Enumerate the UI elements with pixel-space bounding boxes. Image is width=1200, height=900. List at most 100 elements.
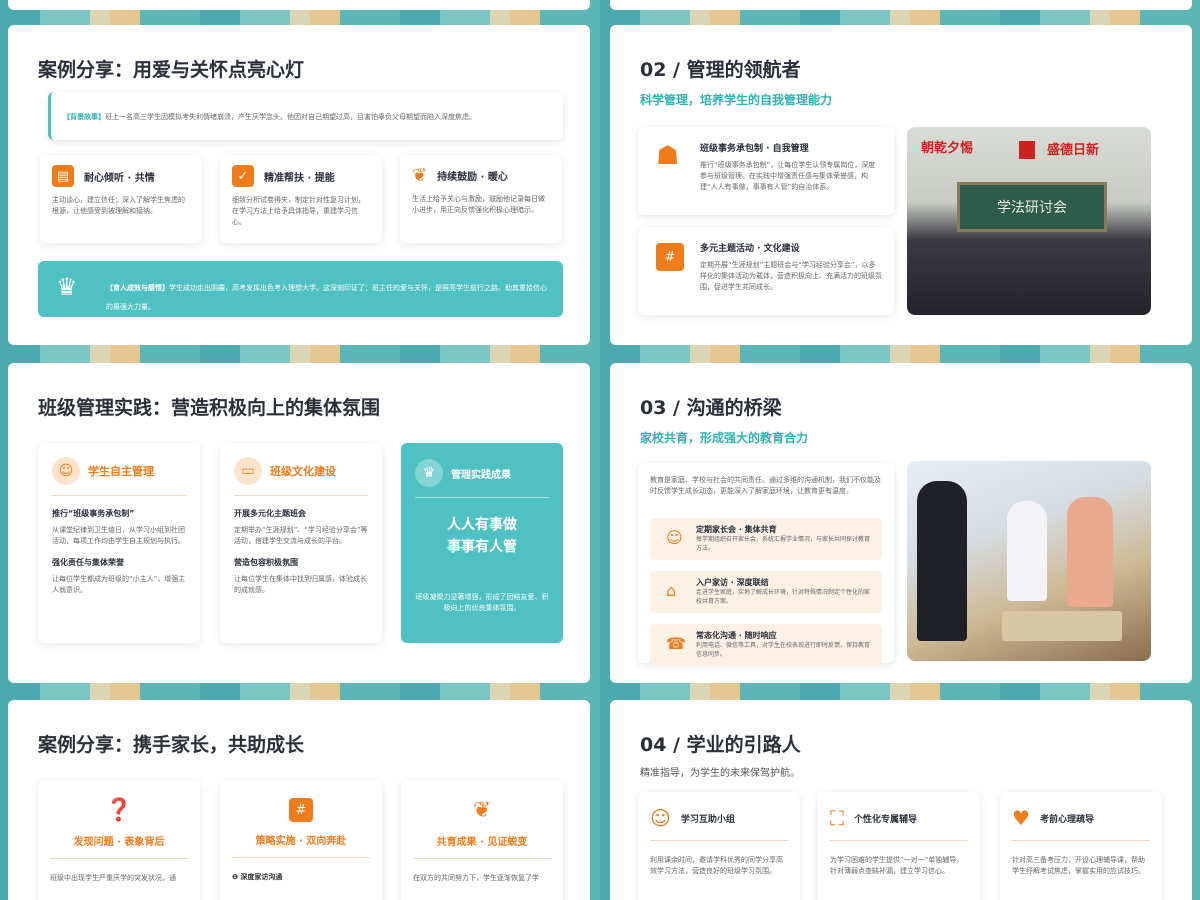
- card-title: 发现问题 · 表象背后: [50, 833, 188, 859]
- result-label: 【育人成效与感悟】: [106, 284, 169, 292]
- slide-case-parents[interactable]: 案例分享：携手家长，共助成长 ❓ 发现问题 · 表象背后 班级中出现学生严重厌学…: [8, 700, 590, 900]
- col-title: 管理实践成果: [451, 469, 511, 481]
- card-text: 在双方的共同努力下，学生逐渐恢复了学: [413, 874, 539, 882]
- card-help[interactable]: ✓ 精准帮扶 · 提能 细致分析试卷得失，制定针对性复习计划，在学习方法上给予具…: [220, 155, 382, 243]
- hash-icon: #: [289, 798, 313, 822]
- card-title: 个性化专属辅导: [854, 814, 918, 825]
- card-text: 班级中出现学生严重厌学的突发状况，通: [50, 874, 176, 882]
- slide-management[interactable]: 02 / 管理的领航者 科学管理，培养学生的自我管理能力 ☗ 班级事务承包制 ·…: [610, 25, 1192, 345]
- phone-icon: ☎: [666, 634, 686, 653]
- trophy-icon: ♛: [56, 273, 78, 301]
- card-text: 利用课余时间，邀请学科优秀的同学分享高效学习方法，营造良好的班级学习氛围。: [650, 856, 783, 875]
- slide-class-practice[interactable]: 班级管理实践：营造积极向上的集体氛围 ☺ 学生自主管理 推行“班级事务承包制” …: [8, 363, 590, 683]
- item-daily-contact[interactable]: ☎ 常态化沟通 · 随时响应 利用电话、微信等工具，对学生在校表现进行即时反馈，…: [650, 624, 882, 666]
- item-title: 多元主题活动 · 文化建设: [700, 244, 800, 254]
- calendar-check-icon: ✓: [232, 165, 254, 187]
- classroom-photo: 朝乾夕惕 盛德日新 学法研讨会: [907, 127, 1151, 315]
- col-results[interactable]: ♛ 管理实践成果 人人有事做 事事有人管 班级凝聚力显著增强，形成了团结友爱、积…: [401, 443, 563, 643]
- card-study-group[interactable]: ☺ 学习互助小组 利用课余时间，邀请学科优秀的同学分享高效学习方法，营造良好的班…: [638, 792, 800, 900]
- card-text: 生活上给予关心与激励，鼓励他记录每日微小进步，用正向反馈强化积极心理暗示。: [412, 195, 545, 214]
- card-text: 主动谈心，建立信任；深入了解学生焦虑的根源，让他感受到被理解和接纳。: [52, 196, 185, 215]
- item-activities[interactable]: # 多元主题活动 · 文化建设 定期开展“生涯规划”主题班会与“学习经验分享会”…: [638, 227, 894, 315]
- card-strategy[interactable]: # 策略实施 · 双向奔赴 ❶ 深度家访沟通: [220, 780, 382, 900]
- col-text: 让每位学生在集体中找到归属感，体验成长的成就感。: [234, 575, 367, 594]
- card-title: 持续鼓励 · 暖心: [437, 172, 508, 183]
- banner-left: 朝乾夕惕: [921, 141, 974, 156]
- table: [1002, 611, 1122, 641]
- card-title: 学习互助小组: [680, 814, 735, 825]
- slogan-line: 人人有事做: [447, 517, 517, 533]
- card-counseling[interactable]: ♥ 考前心理疏导 针对高三备考压力，开设心理辅导课，帮助学生纾解考试焦虑，掌握实…: [1000, 792, 1162, 900]
- slide-title: 03 / 沟通的桥梁: [640, 397, 782, 419]
- item-text: 走进学生家庭，实地了解成长环境，针对特殊情况制定个性化的家校共育方案。: [696, 589, 871, 605]
- slide-academic[interactable]: 04 / 学业的引路人 精准指导，为学生的未来保驾护航。 ☺ 学习互助小组 利用…: [610, 700, 1192, 900]
- slide-title: 04 / 学业的引路人: [640, 734, 801, 756]
- item-title: 班级事务承包制 · 自我管理: [700, 144, 809, 154]
- trophy-icon: ♛: [415, 459, 443, 487]
- slide-communication[interactable]: 03 / 沟通的桥梁 家校共育，形成强大的教育合力 教育是家庭、学校与社会的共同…: [610, 363, 1192, 683]
- person-icon: ☗: [656, 141, 680, 171]
- item-text: 定期开展“生涯规划”主题班会与“学习经验分享会”，以多样化的集体活动为载体，营造…: [700, 261, 882, 291]
- chat-icon: ▤: [52, 165, 74, 187]
- hash-icon: #: [656, 243, 684, 271]
- col-text: 从课堂纪律到卫生值日，从学习小组到社团活动，每项工作均由学生自主规划与执行。: [52, 526, 185, 545]
- slide-title: 案例分享：携手家长，共助成长: [38, 734, 305, 756]
- slogan-line: 事事有人管: [447, 539, 517, 555]
- item-title: 常态化沟通 · 随时响应: [696, 631, 777, 640]
- card-title: 考前心理疏导: [1039, 814, 1094, 825]
- banner-right: 盛德日新: [1047, 143, 1100, 158]
- board-icon: ▭: [234, 457, 262, 485]
- background-label: 【背景故事】: [63, 113, 105, 121]
- col-text: 班级凝聚力显著增强，形成了团结友爱、积极向上的优良集体氛围。: [415, 593, 549, 612]
- col-heading: 推行“班级事务承包制”: [52, 509, 135, 518]
- parent-meeting-photo: [907, 461, 1151, 661]
- teacher-figure: [917, 481, 967, 641]
- col-heading: 营造包容积极氛围: [234, 558, 298, 567]
- col-heading: 开展多元化主题班会: [234, 509, 306, 518]
- slide-title: 案例分享：用爱与关怀点亮心灯: [38, 59, 305, 81]
- col-text: 定期举办“生涯规划”、“学习经验分享会”等活动，搭建学生交流与成长的平台。: [234, 526, 368, 545]
- item-home-visit[interactable]: ⌂ 入户家访 · 深度联结 走进学生家庭，实地了解成长环境，针对特殊情况制定个性…: [650, 571, 882, 613]
- item-parent-meeting[interactable]: ☺ 定期家长会 · 集体共育 每学期组织召开家长会，系统汇报学业情况，与家长共同…: [650, 518, 882, 560]
- slide-title: 02 / 管理的领航者: [640, 59, 801, 81]
- background-story-box: 【背景故事】班上一名高三学生因模拟考失利情绪崩溃，产生厌学念头。他因对自己期望过…: [48, 92, 563, 140]
- col-self-management[interactable]: ☺ 学生自主管理 推行“班级事务承包制” 从课堂纪律到卫生值日，从学习小组到社团…: [38, 443, 200, 643]
- card-text: 细致分析试卷得失，制定针对性复习计划，在学习方法上给予具体指导，重建学习信心。: [232, 196, 365, 226]
- card-title: 精准帮扶 · 提能: [264, 172, 335, 184]
- blackboard: 学法研讨会: [957, 182, 1107, 232]
- head-question-icon: ❓: [105, 798, 133, 823]
- card-result[interactable]: ❦ 共育成果 · 见证蜕变 在双方的共同努力下，学生逐渐恢复了学: [401, 780, 563, 900]
- sprout-icon: ❦: [412, 165, 428, 186]
- result-banner: ♛ 【育人成效与感悟】学生成功走出阴霾，高考发挥出色考入理想大学。这深刻印证了：…: [38, 261, 563, 317]
- slide-subtitle: 精准指导，为学生的未来保驾护航。: [640, 768, 800, 779]
- intro-text: 教育是家庭、学校与社会的共同责任。通过多维的沟通机制，我们不仅能及时反馈学生成长…: [650, 476, 881, 495]
- card-title: 共育成果 · 见证蜕变: [413, 833, 551, 859]
- card-tutoring[interactable]: ⛶ 个性化专属辅导 为学习困难的学生提供“一对一”单独辅导，针对薄弱点查缺补漏，…: [818, 792, 980, 900]
- background-text: 班上一名高三学生因模拟考失利情绪崩溃，产生厌学念头。他因对自己期望过高，且害怕辜…: [105, 113, 476, 121]
- focus-person-icon: ⛶: [830, 806, 844, 830]
- item-affairs[interactable]: ☗ 班级事务承包制 · 自我管理 推行“班级事务承包制”，让每位学生认领专属岗位…: [638, 127, 894, 215]
- card-listen[interactable]: ▤ 耐心倾听 · 共情 主动谈心，建立信任；深入了解学生焦虑的根源，让他感受到被…: [40, 155, 202, 243]
- sprout-icon: ❦: [472, 798, 492, 823]
- banner-flag: [1019, 141, 1035, 159]
- card-text: ❶ 深度家访沟通: [232, 873, 283, 881]
- card-discover[interactable]: ❓ 发现问题 · 表象背后 班级中出现学生严重厌学的突发状况，通: [38, 780, 200, 900]
- card-encourage[interactable]: ❦ 持续鼓励 · 暖心 生活上给予关心与激励，鼓励他记录每日微小进步，用正向反馈…: [400, 155, 562, 243]
- card-title: 策略实施 · 双向奔赴: [232, 832, 370, 858]
- card-text: 针对高三备考压力，开设心理辅导课，帮助学生纾解考试焦虑，掌握实用的应试技巧。: [1012, 856, 1145, 875]
- parent-figure: [1067, 497, 1113, 607]
- student-figure: [1007, 501, 1047, 601]
- heart-plus-icon: ♥: [1012, 806, 1030, 830]
- col-heading: 强化责任与集体荣誉: [52, 558, 124, 567]
- slide-case-care[interactable]: 案例分享：用爱与关怀点亮心灯 【背景故事】班上一名高三学生因模拟考失利情绪崩溃，…: [8, 25, 590, 345]
- group-icon: ☺: [666, 528, 683, 547]
- item-title: 入户家访 · 深度联结: [696, 578, 769, 587]
- slide-subtitle: 科学管理，培养学生的自我管理能力: [640, 93, 833, 107]
- previous-slide-edge: [8, 0, 590, 10]
- card-text: 为学习困难的学生提供“一对一”单独辅导，针对薄弱点查缺补漏，建立学习信心。: [830, 856, 964, 875]
- result-text: 学生成功走出阴霾，高考发挥出色考入理想大学。这深刻印证了：班主任的爱与关怀，是照…: [106, 284, 547, 311]
- col-title: 班级文化建设: [270, 465, 336, 478]
- home-icon: ⌂: [666, 581, 677, 600]
- col-culture[interactable]: ▭ 班级文化建设 开展多元化主题班会 定期举办“生涯规划”、“学习经验分享会”等…: [220, 443, 382, 643]
- item-title: 定期家长会 · 集体共育: [696, 525, 777, 534]
